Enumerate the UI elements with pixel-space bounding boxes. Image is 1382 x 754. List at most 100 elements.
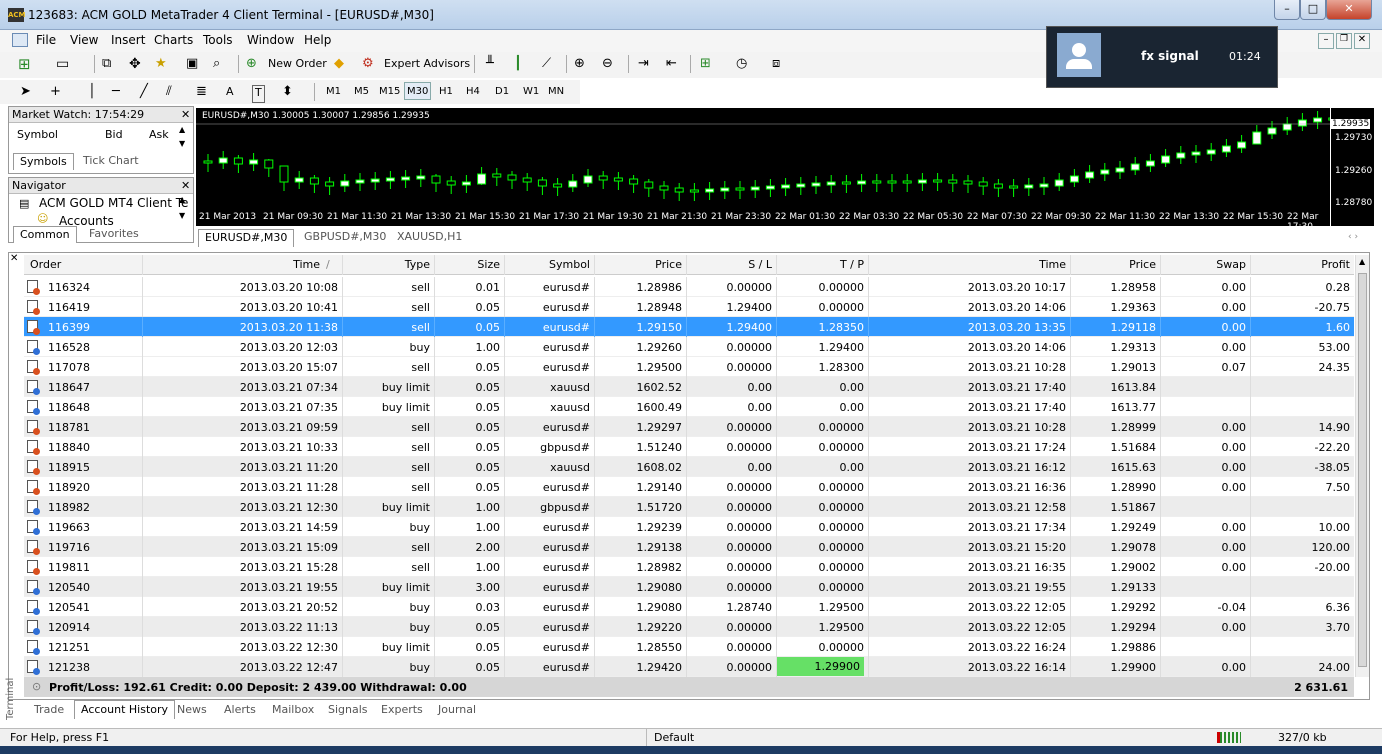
text-label-tool[interactable]: T [252, 85, 265, 103]
scroll-up-icon[interactable]: ▲ [179, 125, 185, 134]
signal-notification[interactable]: fx signal 01:24 [1046, 26, 1278, 88]
strategy-tester-icon[interactable]: ⌕ [213, 55, 220, 73]
minimize-button[interactable]: – [1274, 0, 1300, 20]
table-row[interactable]: 118982 2013.03.21 12:30 buy limit 1.00 gbpus… [24, 497, 1354, 517]
table-row[interactable]: 116528 2013.03.20 12:03 buy 1.00 eurusd# 1.29… [24, 337, 1354, 357]
timeframe-h4[interactable]: H4 [466, 83, 480, 101]
chart-tab-gbpusd[interactable]: GBPUSD#,M30 [298, 229, 392, 246]
scroll-down-icon[interactable]: ▼ [179, 139, 185, 148]
zoom-in-icon[interactable]: ⊕ [574, 55, 585, 73]
tab-trade[interactable]: Trade [28, 702, 70, 719]
chart-tabs-scroll-icon[interactable]: ‹ › [1348, 232, 1358, 242]
tab-signals[interactable]: Signals [322, 702, 374, 719]
table-row[interactable]: 120540 2013.03.21 19:55 buy limit 3.00 eurus… [24, 577, 1354, 597]
table-row[interactable]: 118840 2013.03.21 10:33 sell 0.05 gbpusd# 1.5… [24, 437, 1354, 457]
close-button[interactable]: ✕ [1326, 0, 1372, 20]
table-scrollbar[interactable]: ▲ [1355, 255, 1369, 677]
status-profile[interactable]: Default [654, 731, 694, 744]
tab-experts[interactable]: Experts [375, 702, 429, 719]
menu-tools[interactable]: Tools [203, 33, 233, 47]
table-row[interactable]: 121251 2013.03.22 12:30 buy limit 0.05 eurus… [24, 637, 1354, 657]
fibonacci-icon[interactable]: ≣ [196, 83, 207, 101]
col-bid[interactable]: Bid [105, 128, 123, 141]
nav-scroll-up-icon[interactable]: ▲ [179, 195, 185, 204]
timeframe-m30[interactable]: M30 [404, 82, 432, 100]
table-row[interactable]: 116419 2013.03.20 10:41 sell 0.05 eurusd# 1.2… [24, 297, 1354, 317]
crosshair-icon[interactable]: + [50, 83, 61, 101]
new-chart-icon[interactable]: ⊞ [18, 55, 31, 73]
equidistant-channel-icon[interactable]: ⫽ [166, 83, 172, 101]
col-close-price-header[interactable]: Price [1070, 258, 1156, 271]
timeframe-mn[interactable]: MN [548, 83, 564, 101]
tab-account-history[interactable]: Account History [74, 700, 176, 719]
table-row[interactable]: 118648 2013.03.21 07:35 buy limit 0.05 xauus… [24, 397, 1354, 417]
table-row[interactable]: 119811 2013.03.21 15:28 sell 1.00 eurusd# 1.2… [24, 557, 1354, 577]
bar-chart-icon[interactable]: ╨ [486, 55, 494, 73]
horizontal-line-icon[interactable]: ─ [112, 83, 120, 101]
line-chart-icon[interactable]: ⟋ [542, 55, 551, 73]
tab-tick-chart[interactable]: Tick Chart [77, 153, 145, 170]
col-close-time-header[interactable]: Time [868, 258, 1066, 271]
tab-journal[interactable]: Journal [432, 702, 482, 719]
table-row[interactable]: 118781 2013.03.21 09:59 sell 0.05 eurusd# 1.2… [24, 417, 1354, 437]
navigator-icon[interactable]: ★ [155, 55, 167, 73]
menu-file[interactable]: File [36, 33, 56, 47]
price-chart[interactable]: EURUSD#,M30 1.30005 1.30007 1.29856 1.29… [196, 108, 1330, 226]
table-row[interactable]: 120541 2013.03.21 20:52 buy 0.03 eurusd# 1.29… [24, 597, 1354, 617]
col-order-header[interactable]: Order [30, 258, 61, 271]
chart-tab-eurusd[interactable]: EURUSD#,M30 [198, 229, 295, 247]
data-window-icon[interactable]: ✥ [129, 55, 141, 73]
tab-mailbox[interactable]: Mailbox [266, 702, 320, 719]
chart-shift-icon[interactable]: ⇤ [666, 55, 677, 73]
menu-window[interactable]: Window [247, 33, 294, 47]
trendline-icon[interactable]: ╱ [140, 83, 148, 101]
terminal-close-icon[interactable]: ✕ [10, 253, 18, 264]
tab-common[interactable]: Common [13, 226, 77, 243]
mdi-restore-button[interactable]: ❐ [1336, 33, 1352, 49]
col-sl-header[interactable]: S / L [686, 258, 772, 271]
col-swap-header[interactable]: Swap [1160, 258, 1246, 271]
vertical-line-icon[interactable]: │ [88, 83, 96, 101]
mdi-minimize-button[interactable]: – [1318, 33, 1334, 49]
navigator-accounts-item[interactable]: Accounts [59, 214, 114, 225]
table-row[interactable]: 119716 2013.03.21 15:09 sell 2.00 eurusd# 1.2… [24, 537, 1354, 557]
indicators-icon[interactable]: ⊞ [700, 55, 711, 73]
market-watch-icon[interactable]: ⧉ [102, 55, 111, 73]
tab-symbols[interactable]: Symbols [13, 153, 74, 170]
col-open-price-header[interactable]: Price [594, 258, 682, 271]
nav-scroll-down-icon[interactable]: ▼ [179, 211, 185, 220]
chart-tab-xauusd[interactable]: XAUUSD,H1 [391, 229, 468, 246]
periods-icon[interactable]: ◷ [736, 55, 747, 73]
timeframe-m15[interactable]: M15 [379, 83, 400, 101]
navigator-close-icon[interactable]: ✕ [181, 179, 190, 192]
table-row[interactable]: 118647 2013.03.21 07:34 buy limit 0.05 xauus… [24, 377, 1354, 397]
metaeditor-icon[interactable]: ◆ [334, 55, 344, 73]
col-type-header[interactable]: Type [342, 258, 430, 271]
col-symbol-header[interactable]: Symbol [504, 258, 590, 271]
cursor-icon[interactable]: ➤ [20, 83, 31, 101]
timeframe-m5[interactable]: M5 [354, 83, 369, 101]
navigator-root-item[interactable]: ACM GOLD MT4 Client Te [39, 196, 188, 210]
menu-help[interactable]: Help [304, 33, 331, 47]
templates-icon[interactable]: ⧈ [772, 55, 780, 73]
table-scroll-thumb[interactable] [1358, 273, 1367, 667]
chart-window-icon[interactable] [12, 33, 28, 47]
profiles-icon[interactable]: ▭ [56, 55, 69, 73]
col-tp-header[interactable]: T / P [776, 258, 864, 271]
tab-favorites[interactable]: Favorites [83, 226, 145, 243]
table-row[interactable]: 118915 2013.03.21 11:20 sell 0.05 xauusd 1608… [24, 457, 1354, 477]
autoscroll-icon[interactable]: ⇥ [638, 55, 649, 73]
tab-alerts[interactable]: Alerts [218, 702, 262, 719]
col-open-time-header[interactable]: Time [142, 258, 320, 271]
arrows-icon[interactable]: ⬍ [282, 83, 293, 101]
timeframe-w1[interactable]: W1 [523, 83, 539, 101]
col-symbol[interactable]: Symbol [17, 128, 58, 141]
col-profit-header[interactable]: Profit [1250, 258, 1350, 271]
tab-news[interactable]: News [171, 702, 213, 719]
menu-view[interactable]: View [70, 33, 98, 47]
table-row[interactable]: 120914 2013.03.22 11:13 buy 0.05 eurusd# 1.29… [24, 617, 1354, 637]
table-row[interactable]: 116399 2013.03.20 11:38 sell 0.05 eurusd# 1.2… [24, 317, 1354, 337]
maximize-button[interactable]: □ [1300, 0, 1326, 20]
timeframe-h1[interactable]: H1 [439, 83, 453, 101]
col-size-header[interactable]: Size [434, 258, 500, 271]
